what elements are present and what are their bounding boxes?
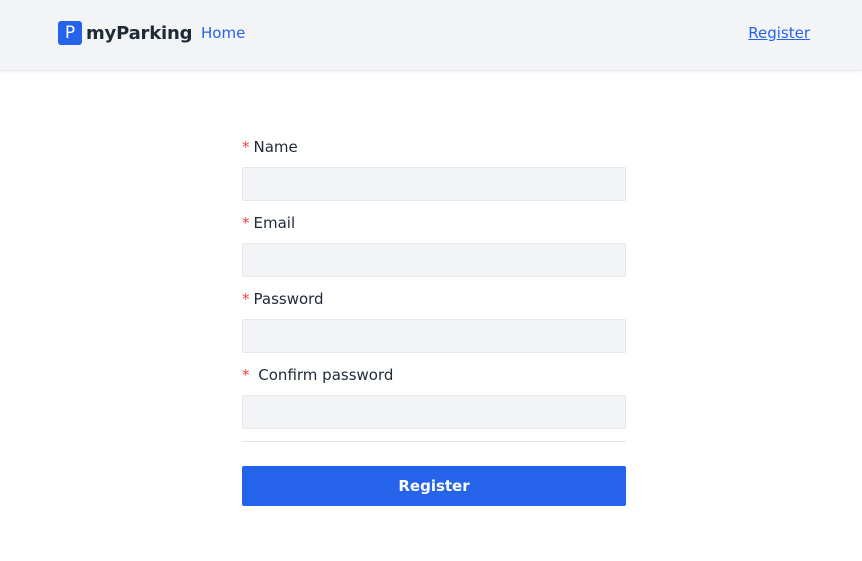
brand-name: myParking — [86, 22, 193, 44]
confirm-password-input[interactable] — [242, 395, 626, 429]
name-label-text: Name — [253, 138, 298, 156]
password-label: * Password — [242, 289, 626, 309]
password-input[interactable] — [242, 319, 626, 353]
confirm-password-label: * Confirm password — [242, 365, 626, 385]
confirm-password-field-group: * Confirm password — [242, 365, 626, 429]
password-field-group: * Password — [242, 289, 626, 353]
nav-home-link[interactable]: Home — [201, 24, 245, 42]
name-label: * Name — [242, 137, 626, 157]
required-mark: * — [242, 138, 250, 156]
email-label-text: Email — [253, 214, 296, 232]
top-header: P myParking Home Register — [0, 0, 862, 71]
email-field-group: * Email — [242, 213, 626, 277]
parking-icon: P — [58, 21, 82, 45]
nav-register-link[interactable]: Register — [748, 24, 810, 42]
password-label-text: Password — [253, 290, 324, 308]
required-mark: * — [242, 366, 250, 384]
brand-logo[interactable]: P myParking — [58, 21, 192, 45]
name-input[interactable] — [242, 167, 626, 201]
register-button[interactable]: Register — [242, 466, 626, 506]
email-input[interactable] — [242, 243, 626, 277]
required-mark: * — [242, 214, 250, 232]
name-field-group: * Name — [242, 137, 626, 201]
email-label: * Email — [242, 213, 626, 233]
confirm-password-label-text: Confirm password — [258, 366, 394, 384]
form-divider — [242, 441, 626, 442]
required-mark: * — [242, 290, 250, 308]
register-form: * Name * Email * Password * Confirm passwor… — [242, 137, 626, 506]
